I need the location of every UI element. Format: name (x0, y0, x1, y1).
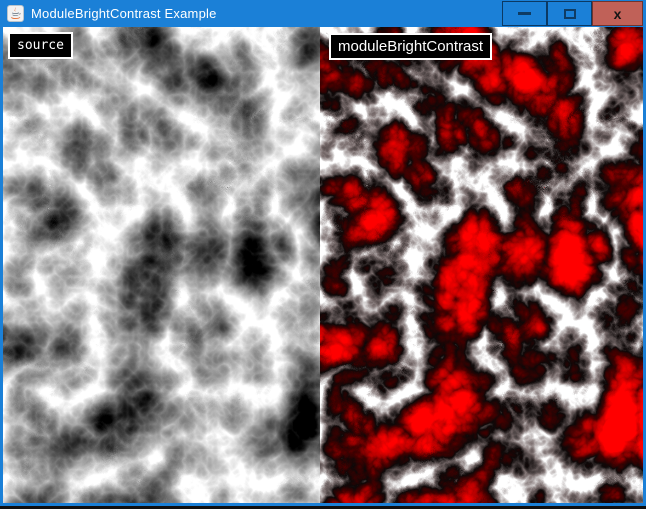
java-app-icon (7, 5, 24, 22)
window-title: ModuleBrightContrast Example (31, 6, 217, 21)
maximize-icon (564, 9, 576, 19)
image-viewer-area: source moduleBrightContrast (3, 27, 643, 503)
titlebar[interactable]: ModuleBrightContrast Example x (0, 0, 646, 27)
maximize-button[interactable] (547, 1, 592, 26)
close-button[interactable]: x (592, 1, 643, 26)
app-window: ModuleBrightContrast Example x source m (0, 0, 646, 509)
source-image-label: source (8, 32, 73, 59)
processed-image-label: moduleBrightContrast (329, 33, 492, 60)
processed-image-panel: moduleBrightContrast (320, 27, 643, 503)
minimize-button[interactable] (502, 1, 547, 26)
source-image-panel: source (3, 27, 320, 503)
close-icon: x (614, 7, 622, 21)
source-image (3, 27, 320, 503)
minimize-icon (518, 12, 531, 15)
processed-image (320, 27, 643, 503)
window-controls: x (502, 1, 643, 26)
